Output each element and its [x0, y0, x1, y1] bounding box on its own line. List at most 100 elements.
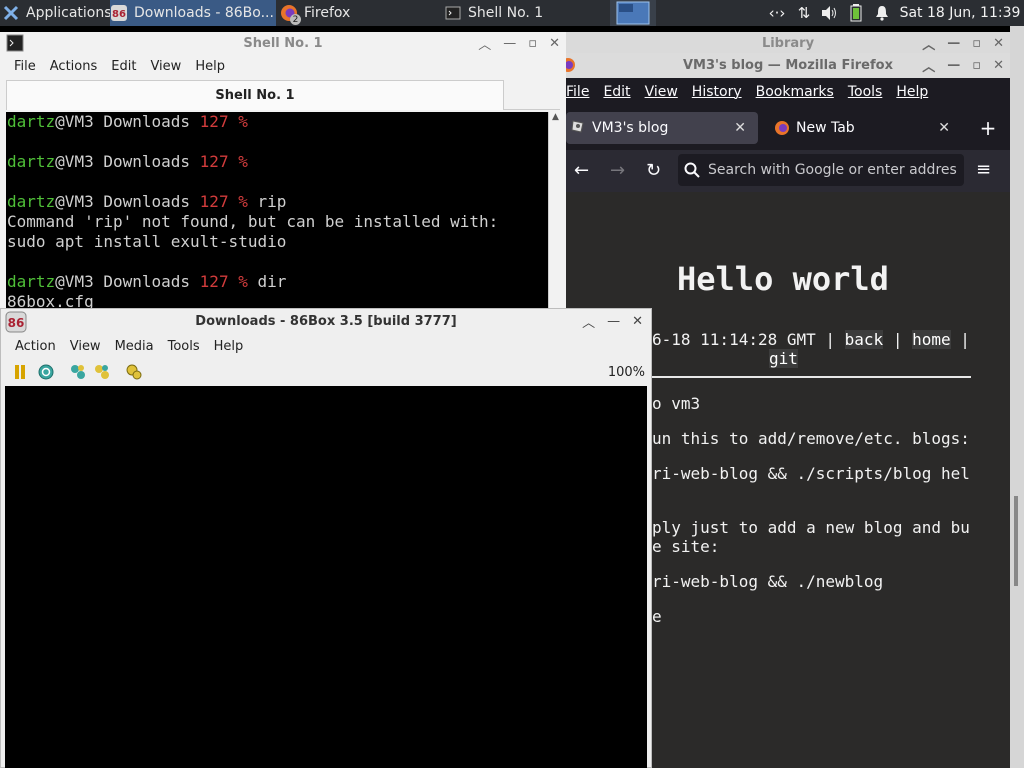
menu-help[interactable]: Help — [214, 339, 244, 354]
86box-icon: 86 — [110, 4, 128, 22]
chevron-up-icon[interactable]: ︿ — [582, 312, 595, 331]
maximize-icon[interactable]: ▫ — [972, 36, 981, 51]
firefox-navbar: ← → ↻ Search with Google or enter addres… — [566, 150, 1010, 192]
minimize-icon[interactable]: — — [947, 58, 960, 73]
close-icon[interactable]: ✕ — [549, 36, 560, 51]
tab-new-tab[interactable]: New Tab ✕ — [766, 112, 962, 144]
blog-git-line: git — [769, 349, 798, 368]
firefox-icon: 2 — [280, 4, 301, 25]
menu-actions[interactable]: Actions — [50, 59, 98, 74]
menu-view[interactable]: View — [150, 59, 181, 74]
back-arrow-icon[interactable]: ← — [574, 160, 589, 181]
applications-menu-button[interactable]: Applications ⁝ — [0, 0, 110, 26]
terminal-icon — [6, 34, 24, 56]
git-link[interactable]: git — [769, 349, 798, 368]
menu-view[interactable]: View — [70, 339, 101, 354]
firefox-menubar: File Edit View History Bookmarks Tools H… — [566, 78, 1010, 106]
shell-window-buttons: ︿ — ▫ ✕ — [478, 32, 560, 54]
home-link[interactable]: home — [912, 330, 951, 349]
site-favicon-icon — [570, 118, 586, 138]
task-downloads-86box[interactable]: 86 Downloads - 86Bo... — [110, 0, 276, 26]
menu-media[interactable]: Media — [115, 339, 154, 354]
minimize-icon[interactable]: — — [503, 36, 516, 51]
tab-vm3-blog[interactable]: VM3's blog ✕ — [566, 112, 758, 144]
task-shell[interactable]: Shell No. 1 — [444, 0, 608, 26]
minimize-icon[interactable]: — — [947, 36, 960, 51]
close-tab-icon[interactable]: ✕ — [938, 120, 950, 136]
prompt-host: @VM3 Downloads — [55, 272, 200, 291]
prompt-host: @VM3 Downloads — [55, 152, 200, 171]
shell-menubar: File Actions Edit View Help — [0, 54, 566, 78]
86box-emulator-screen[interactable] — [5, 386, 647, 768]
library-window-buttons: ︿ — ▫ ✕ — [922, 32, 1004, 54]
new-tab-button[interactable]: + — [974, 112, 1002, 144]
transfer-icon[interactable]: ⇅ — [792, 0, 816, 26]
menu-bookmarks[interactable]: Bookmarks — [756, 84, 834, 100]
url-bar[interactable]: Search with Google or enter addres — [678, 154, 964, 186]
reload-icon[interactable]: ↻ — [646, 160, 661, 181]
output-line: Command 'rip' not found, but can be inst… — [7, 212, 499, 231]
task-firefox[interactable]: 2 Firefox — [280, 0, 430, 26]
reset-icon[interactable] — [37, 363, 55, 381]
task-label: Shell No. 1 — [468, 5, 544, 21]
tab-label: New Tab — [796, 120, 855, 136]
scrollbar-thumb[interactable] — [1014, 496, 1018, 586]
menu-tools[interactable]: Tools — [848, 84, 883, 100]
terminal-output[interactable]: dartz@VM3 Downloads 127 % dartz@VM3 Down… — [6, 112, 548, 312]
menu-history[interactable]: History — [692, 84, 742, 100]
close-tab-icon[interactable]: ✕ — [734, 120, 746, 136]
menu-file[interactable]: File — [566, 84, 589, 100]
blog-text-line: e site: — [652, 537, 720, 556]
menu-action[interactable]: Action — [15, 339, 56, 354]
close-icon[interactable]: ✕ — [993, 36, 1004, 51]
chevron-up-icon[interactable]: ︿ — [922, 34, 935, 53]
ctrl-alt-esc-icon[interactable] — [93, 363, 111, 381]
scroll-up-icon[interactable]: ▲ — [552, 112, 559, 122]
chevron-up-icon[interactable]: ︿ — [922, 56, 935, 75]
xfce-logo-icon — [2, 4, 20, 22]
plus-icon: + — [979, 116, 997, 140]
settings-icon[interactable] — [125, 363, 143, 381]
desktop: Applications ⁝ 86 Downloads - 86Bo... 2 … — [0, 0, 1024, 768]
tab-shell-no-1[interactable]: Shell No. 1 — [6, 80, 504, 110]
prompt-user: dartz — [7, 152, 56, 171]
workspace-switcher[interactable] — [610, 0, 656, 26]
pause-icon[interactable] — [13, 364, 27, 380]
chevron-up-icon[interactable]: ︿ — [478, 34, 491, 53]
menu-help[interactable]: Help — [896, 84, 928, 100]
battery-icon[interactable] — [842, 0, 870, 26]
close-icon[interactable]: ✕ — [632, 314, 643, 329]
menu-view[interactable]: View — [645, 84, 678, 100]
firefox-titlebar[interactable]: VM3's blog — Mozilla Firefox ︿ — ▫ ✕ — [561, 53, 1010, 78]
ctrl-alt-del-icon[interactable] — [69, 363, 87, 381]
terminal-scrollbar[interactable]: ▲ — [548, 112, 564, 312]
top-panel: Applications ⁝ 86 Downloads - 86Bo... 2 … — [0, 0, 1024, 26]
library-window-titlebar[interactable]: Library ︿ — ▫ ✕ — [566, 32, 1010, 53]
menu-help[interactable]: Help — [195, 59, 225, 74]
command-text: dir — [247, 272, 287, 291]
terminal-icon — [444, 4, 462, 22]
menu-edit[interactable]: Edit — [603, 84, 630, 100]
firefox-window-buttons: ︿ — ▫ ✕ — [922, 53, 1004, 78]
volume-icon[interactable] — [816, 0, 842, 26]
network-arrows-icon[interactable]: ‹·› — [762, 0, 792, 26]
menu-file[interactable]: File — [14, 59, 36, 74]
bell-icon[interactable] — [870, 0, 894, 26]
menu-tools[interactable]: Tools — [168, 339, 200, 354]
maximize-icon[interactable]: ▫ — [528, 36, 537, 51]
tabbar-divider — [504, 109, 560, 110]
hamburger-menu-icon[interactable]: ≡ — [976, 159, 991, 180]
prompt-code: 127 % — [199, 192, 248, 211]
prompt-host: @VM3 Downloads — [55, 192, 200, 211]
firefox-tabbar: VM3's blog ✕ New Tab ✕ + — [566, 106, 1010, 150]
menu-edit[interactable]: Edit — [111, 59, 136, 74]
tab-label: VM3's blog — [592, 120, 669, 136]
86box-title[interactable]: Downloads - 86Box 3.5 [build 3777] — [1, 309, 651, 334]
close-icon[interactable]: ✕ — [993, 58, 1004, 73]
minimize-icon[interactable]: — — [607, 314, 620, 329]
clock[interactable]: Sat 18 Jun, 11:39 — [898, 0, 1022, 26]
maximize-icon[interactable]: ▫ — [972, 58, 981, 73]
86box-toolbar: 100% — [1, 358, 651, 386]
back-link[interactable]: back — [844, 330, 884, 349]
forward-arrow-icon[interactable]: → — [610, 160, 625, 181]
